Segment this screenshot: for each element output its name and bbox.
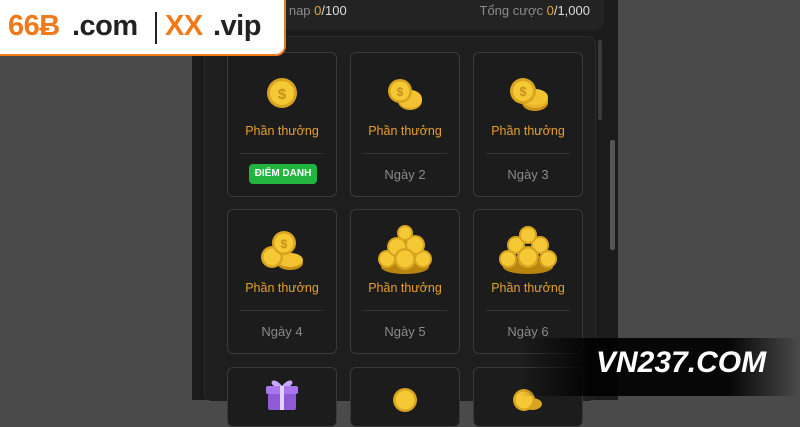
day-label: Ngày 5 (384, 324, 426, 339)
day-label: Ngày 6 (507, 324, 549, 339)
reward-card-day-8[interactable] (350, 367, 460, 427)
logo-text-vip: .vip (213, 10, 261, 42)
day-label: Ngày 2 (384, 167, 426, 182)
coin-single-icon (351, 382, 459, 412)
divider (240, 310, 324, 311)
coin-single-icon: $ (228, 61, 336, 125)
reward-card-day-5[interactable]: Phần thưởng Ngày 5 (350, 209, 460, 354)
logo-text-66b: 66Ƀ (8, 10, 60, 42)
divider (486, 310, 570, 311)
divider (486, 153, 570, 154)
reward-label: Phần thưởng (245, 124, 319, 138)
watermark-text: VN237.COM (596, 346, 767, 379)
divider (240, 153, 324, 154)
reward-card-day-7[interactable] (227, 367, 337, 427)
gift-box-icon (228, 372, 336, 412)
logo-text-xx: XX (165, 10, 203, 42)
reward-card-day-3[interactable]: $ Phần thưởng Ngày 3 (473, 52, 583, 197)
divider (363, 310, 447, 311)
side-handle (610, 140, 615, 250)
bet-progress: Tổng cược 0/1,000 (480, 3, 591, 18)
svg-text:$: $ (281, 237, 288, 251)
reward-label: Phần thưởng (245, 281, 319, 295)
coins-pile-icon: $ (228, 218, 336, 282)
coins-stack-icon: $ (474, 61, 582, 125)
svg-text:$: $ (519, 84, 527, 99)
coins-small-icon: $ (351, 61, 459, 125)
scrollbar[interactable] (598, 40, 602, 120)
day-label: Ngày 4 (261, 324, 303, 339)
bet-total: /1,000 (553, 3, 590, 18)
divider (363, 153, 447, 154)
reward-card-day-2[interactable]: $ Phần thưởng Ngày 2 (350, 52, 460, 197)
checkin-button[interactable]: ĐIỂM DANH (249, 164, 317, 184)
svg-text:$: $ (397, 85, 404, 99)
day-label: Ngày 3 (507, 167, 549, 182)
reward-card-day-6[interactable]: Phần thưởng Ngày 6 (473, 209, 583, 354)
coins-big-pile-icon (351, 218, 459, 282)
reward-label: Phần thưởng (491, 124, 565, 138)
logo-text-com: .com (72, 10, 138, 42)
reward-label: Phần thưởng (491, 281, 565, 295)
reward-label: Phần thưởng (368, 281, 442, 295)
reward-card-day-4[interactable]: $ Phần thưởng Ngày 4 (227, 209, 337, 354)
reward-label: Phần thưởng (368, 124, 442, 138)
bet-current: 0 (546, 3, 554, 18)
deposit-total: /100 (321, 3, 347, 18)
svg-text:$: $ (278, 86, 287, 103)
reward-card-day-1[interactable]: $ Phần thưởng ĐIỂM DANH (227, 52, 337, 197)
logo-divider (155, 12, 157, 44)
deposit-progress: n nap 0/100 (278, 3, 347, 18)
brand-logo: 66Ƀ .com XX .vip (0, 0, 286, 56)
coins-big-pile-icon (474, 218, 582, 282)
bet-label: Tổng cược (479, 3, 543, 18)
